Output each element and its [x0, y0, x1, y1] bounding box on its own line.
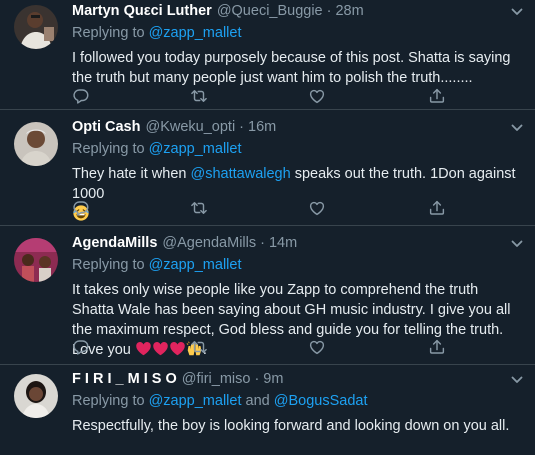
separator-dot: ·: [254, 371, 260, 387]
timestamp[interactable]: 9m: [263, 370, 283, 389]
reply-mention[interactable]: @BogusSadat: [274, 393, 368, 409]
like-icon[interactable]: [308, 199, 326, 217]
replying-to-label: Replying to: [72, 393, 145, 409]
chevron-down-icon[interactable]: [511, 376, 523, 384]
share-icon[interactable]: [428, 199, 446, 217]
display-name[interactable]: Martyn Quεci Luther: [72, 2, 212, 21]
avatar[interactable]: [14, 238, 58, 282]
tweet-actions: [72, 199, 462, 217]
reply-mention[interactable]: @zapp_mallet: [149, 393, 242, 409]
separator-dot: ·: [260, 235, 265, 251]
replying-to-label: Replying to: [72, 141, 145, 157]
display-name[interactable]: Opti Cash: [72, 118, 140, 137]
username[interactable]: @AgendaMills: [162, 234, 256, 253]
avatar[interactable]: [14, 5, 58, 49]
text-before: They hate it when: [72, 166, 191, 182]
retweet-icon[interactable]: [190, 338, 208, 356]
like-icon[interactable]: [308, 87, 326, 105]
replying-to: Replying to @zapp_mallet: [72, 24, 523, 43]
separator-dot: ·: [326, 3, 332, 19]
tweet[interactable]: F I R I _ M I S O @firi_miso · 9m Replyi…: [0, 365, 535, 455]
tweet-header: AgendaMills @AgendaMills · 14m: [72, 226, 523, 253]
tweet-header: Martyn Quεci Luther @Queci_Buggie · 28m: [72, 0, 523, 21]
share-icon[interactable]: [428, 87, 446, 105]
username[interactable]: @firi_miso: [182, 370, 251, 389]
like-icon[interactable]: [308, 338, 326, 356]
retweet-icon[interactable]: [190, 199, 208, 217]
timestamp[interactable]: 28m: [335, 2, 363, 21]
reply-icon[interactable]: [72, 199, 90, 217]
tweet-header: F I R I _ M I S O @firi_miso · 9m: [72, 365, 523, 389]
reply-mention[interactable]: @zapp_mallet: [149, 25, 242, 41]
reply-icon[interactable]: [72, 87, 90, 105]
separator-dot: ·: [239, 119, 245, 135]
tweet[interactable]: AgendaMills @AgendaMills · 14m Replying …: [0, 226, 535, 365]
avatar[interactable]: [14, 374, 58, 418]
reply-mention[interactable]: @zapp_mallet: [149, 257, 242, 273]
chevron-down-icon[interactable]: [511, 240, 523, 248]
username[interactable]: @Kweku_opti: [145, 118, 235, 137]
mention-link[interactable]: @shattawalegh: [191, 166, 291, 182]
reply-feed: Martyn Quεci Luther @Queci_Buggie · 28m …: [0, 0, 535, 455]
replying-to: Replying to @zapp_mallet: [72, 256, 523, 275]
tweet-header: Opti Cash @Kweku_opti · 16m: [72, 110, 523, 137]
tweet-actions: [72, 338, 462, 356]
retweet-icon[interactable]: [190, 87, 208, 105]
display-name[interactable]: F I R I _ M I S O: [72, 370, 177, 389]
reply-mention[interactable]: @zapp_mallet: [149, 141, 242, 157]
chevron-down-icon[interactable]: [511, 8, 523, 16]
replying-to-label: Replying to: [72, 25, 145, 41]
tweet-actions: [72, 87, 462, 105]
chevron-down-icon[interactable]: [511, 124, 523, 132]
reply-icon[interactable]: [72, 338, 90, 356]
replying-to: Replying to @zapp_mallet: [72, 140, 523, 159]
tweet-text: Respectfully, the boy is looking forward…: [72, 418, 510, 434]
tweet-text: I followed you today purposely because o…: [72, 50, 511, 86]
display-name[interactable]: AgendaMills: [72, 234, 157, 253]
timestamp[interactable]: 16m: [248, 118, 276, 137]
replying-to-and: and: [245, 393, 270, 409]
tweet[interactable]: Martyn Quεci Luther @Queci_Buggie · 28m …: [0, 0, 535, 110]
tweet[interactable]: Opti Cash @Kweku_opti · 16m Replying to …: [0, 110, 535, 226]
timestamp[interactable]: 14m: [269, 234, 297, 253]
username[interactable]: @Queci_Buggie: [217, 2, 323, 21]
replying-to: Replying to @zapp_mallet and @BogusSadat: [72, 392, 523, 411]
share-icon[interactable]: [428, 338, 446, 356]
avatar[interactable]: [14, 122, 58, 166]
replying-to-label: Replying to: [72, 257, 145, 273]
